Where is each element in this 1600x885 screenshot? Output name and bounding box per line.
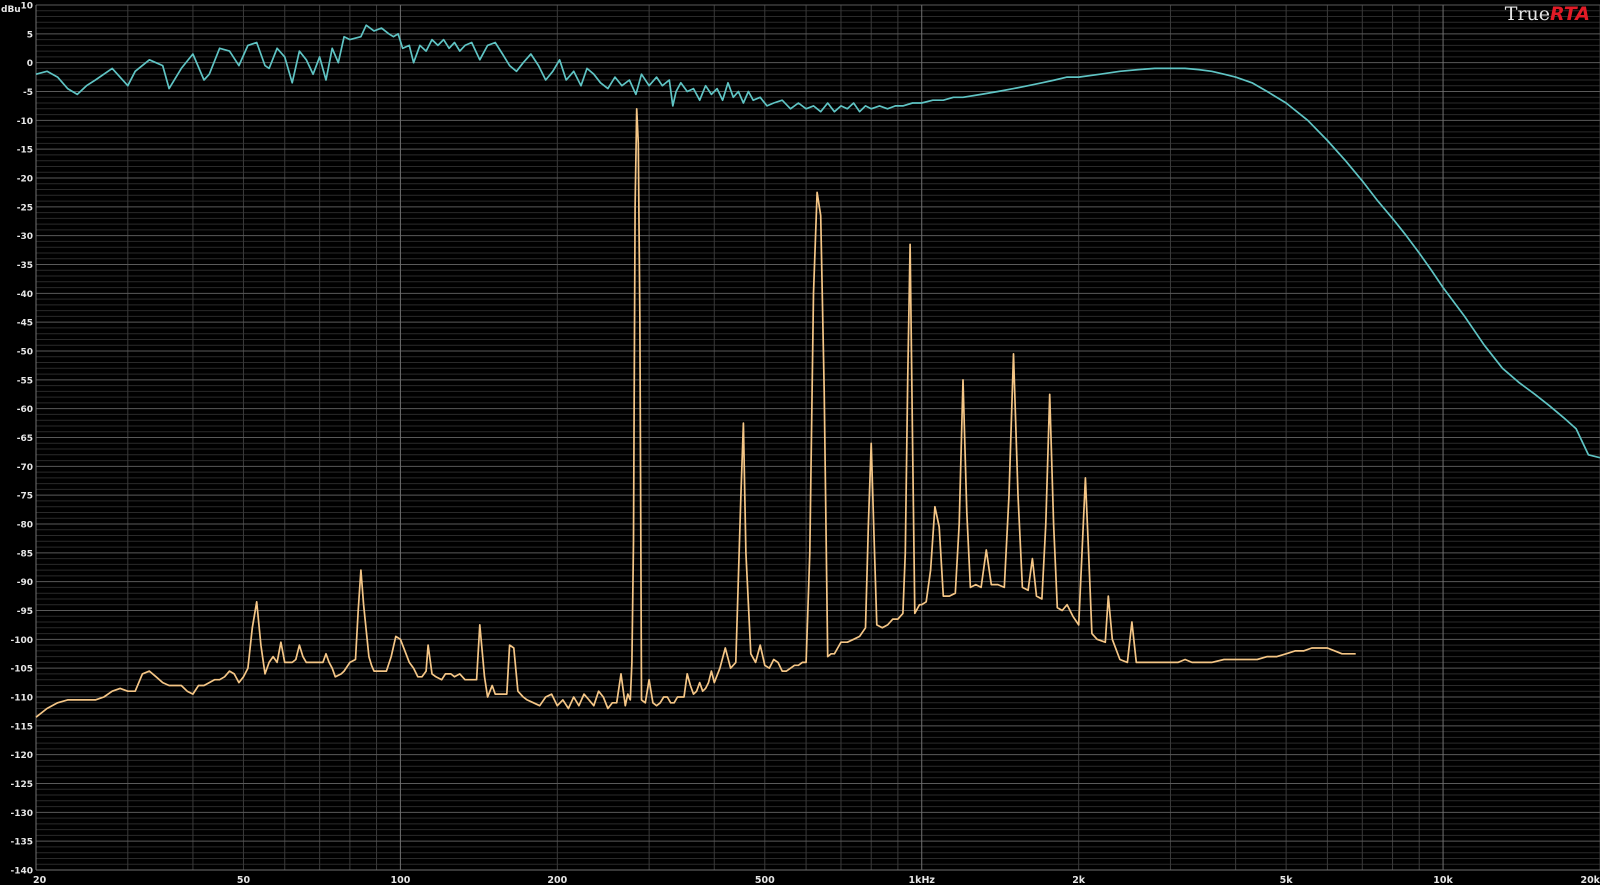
y-tick-label: -15 [17, 146, 33, 156]
y-tick-label: -70 [17, 463, 33, 473]
y-axis-title: dBu [1, 5, 21, 15]
y-tick-label: 0 [27, 59, 33, 69]
y-tick-label: -55 [17, 376, 33, 386]
x-tick-label: 100 [390, 875, 410, 885]
x-tick-label: 200 [547, 875, 567, 885]
x-tick-label: 10k [1433, 875, 1453, 885]
y-tick-labels: 10 5 0 -5 -10 -15 -20 -25 -30 -35 -40 -45 -50 -55 -60 -… [10, 2, 33, 877]
y-tick-label: -115 [10, 722, 33, 732]
logo-suffix: RTA [1550, 3, 1590, 25]
x-tick-labels: 20 50 100 200 500 1kHz 2k 5k 10k 20k [33, 875, 1600, 885]
y-tick-label: -125 [10, 780, 33, 790]
series-line-2 [35, 107, 1356, 718]
y-tick-label: -130 [10, 809, 33, 819]
x-tick-label: 2k [1072, 875, 1086, 885]
series-layer [35, 24, 1600, 718]
y-tick-label: -105 [10, 665, 33, 675]
x-tick-label: 5k [1280, 875, 1294, 885]
y-tick-label: -95 [17, 607, 33, 617]
y-tick-label: -140 [10, 867, 33, 877]
y-tick-label: -20 [17, 175, 33, 185]
y-tick-label: -30 [17, 232, 33, 242]
logo-prefix: True [1504, 3, 1551, 25]
x-tick-label: 50 [237, 875, 251, 885]
y-tick-label: -90 [17, 578, 33, 588]
y-tick-label: -35 [17, 261, 33, 271]
y-tick-label: -135 [10, 838, 33, 848]
y-tick-label: -40 [17, 290, 33, 300]
y-tick-label: 5 [27, 30, 33, 40]
major-gridlines [35, 4, 1600, 871]
y-tick-label: -80 [17, 521, 33, 531]
y-tick-label: -60 [17, 405, 33, 415]
y-tick-label: 10 [20, 2, 33, 12]
y-tick-label: -65 [17, 434, 33, 444]
y-tick-label: -5 [23, 88, 33, 98]
spectrum-chart: 1050-5-10-15-20-25-30-35-40-45-50-55-60-… [1, 2, 1600, 885]
x-tick-label: 20 [33, 875, 47, 885]
y-tick-label: -50 [17, 348, 33, 358]
truerta-logo: TrueRTA [1505, 3, 1590, 25]
y-tick-label: -85 [17, 549, 33, 559]
y-tick-label: -75 [17, 492, 33, 502]
y-tick-label: -120 [10, 751, 33, 761]
x-tick-label: 20k [1580, 875, 1600, 885]
y-tick-label: -110 [10, 694, 33, 704]
y-tick-label: -45 [17, 319, 33, 329]
x-tick-label: 500 [755, 875, 775, 885]
y-tick-label: -10 [17, 117, 33, 127]
y-tick-label: -100 [10, 636, 33, 646]
y-tick-label: -25 [17, 203, 33, 213]
x-tick-label: 1kHz [909, 875, 936, 885]
